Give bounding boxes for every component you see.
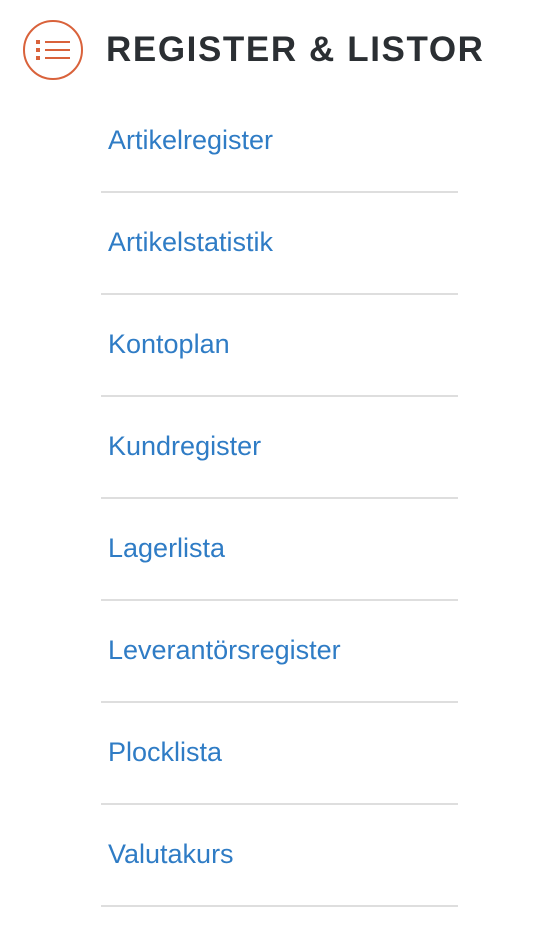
list-item: Valutakurs [101,805,458,907]
section-header: REGISTER & LISTOR [0,0,556,100]
list-item: Artikelregister [101,91,458,193]
list-item: Leverantörsregister [101,601,458,703]
link-artikelstatistik[interactable]: Artikelstatistik [108,224,273,260]
link-lagerlista[interactable]: Lagerlista [108,530,225,566]
link-artikelregister[interactable]: Artikelregister [108,122,273,158]
list-item: Artikelstatistik [101,193,458,295]
list-icon[interactable] [23,20,83,80]
list-item: Kundregister [101,397,458,499]
link-leverantorsregister[interactable]: Leverantörsregister [108,632,341,668]
register-list: Artikelregister Artikelstatistik Kontopl… [101,91,458,907]
list-item: Lagerlista [101,499,458,601]
link-kundregister[interactable]: Kundregister [108,428,261,464]
page-title: REGISTER & LISTOR [106,30,485,69]
link-plocklista[interactable]: Plocklista [108,734,222,770]
link-valutakurs[interactable]: Valutakurs [108,836,234,872]
list-item: Kontoplan [101,295,458,397]
list-item: Plocklista [101,703,458,805]
link-kontoplan[interactable]: Kontoplan [108,326,230,362]
